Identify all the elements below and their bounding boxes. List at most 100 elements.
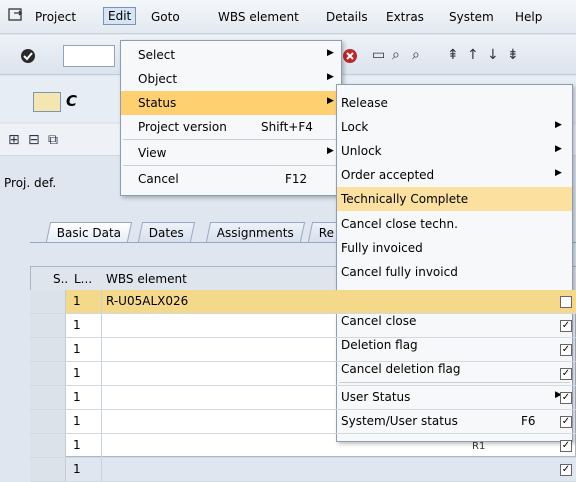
table-row[interactable]: 1 <box>30 314 576 338</box>
row-selector[interactable] <box>30 290 66 313</box>
menu-project[interactable]: Project <box>35 10 76 24</box>
status-menu-item-cancel-fully-invoicd[interactable]: Cancel fully invoicd <box>337 260 572 284</box>
hierarchy-icon[interactable]: ⊞ <box>8 132 20 148</box>
table-row[interactable]: 1 <box>30 362 576 386</box>
status-menu-item-unlock[interactable]: Unlock ▶ <box>337 139 572 163</box>
first-page-icon[interactable]: ⇞ <box>447 47 459 63</box>
row-level: 1 <box>73 366 81 380</box>
col-header-sel[interactable]: S.. <box>53 272 68 286</box>
menu-extras[interactable]: Extras <box>386 10 424 24</box>
row-wbs-element[interactable] <box>101 362 571 385</box>
menu-system[interactable]: System <box>449 10 494 24</box>
tab-dates[interactable]: Dates <box>137 222 196 242</box>
row-wbs-element[interactable] <box>101 314 571 337</box>
row-wbs-element[interactable] <box>101 434 571 457</box>
row-checkbox[interactable]: ✓ <box>560 440 572 452</box>
table-row[interactable]: 1 <box>30 386 576 410</box>
menu-item-label: Fully invoiced <box>341 241 423 255</box>
col-header-level[interactable]: L... <box>74 272 92 286</box>
edit-menu-item-select[interactable]: Select ▶ <box>121 43 341 67</box>
submenu-arrow-icon: ▶ <box>327 96 334 106</box>
status-menu-item-technically-complete[interactable]: Technically Complete <box>337 187 572 211</box>
row-wbs-element[interactable] <box>101 386 571 409</box>
edit-menu-item-project-version[interactable]: Project version Shift+F4 <box>121 115 341 139</box>
table-row[interactable]: 1 <box>30 458 576 482</box>
row-selector[interactable] <box>30 434 66 457</box>
row-checkbox[interactable] <box>560 296 572 308</box>
menu-item-label: Select <box>138 48 176 62</box>
table-row[interactable]: 1 R-U05ALX026 <box>30 290 576 314</box>
page-title: C <box>66 92 78 110</box>
previous-page-icon[interactable]: ↑ <box>467 47 479 63</box>
status-menu-item-fully-invoiced[interactable]: Fully invoiced <box>337 236 572 260</box>
row-checkbox[interactable]: ✓ <box>560 464 572 476</box>
submenu-arrow-icon: ▶ <box>555 168 562 178</box>
tab-assignments[interactable]: Assignments <box>205 222 306 242</box>
row-selector[interactable] <box>30 362 66 385</box>
col-header-wbs[interactable]: WBS element <box>106 272 187 286</box>
row-level: 1 <box>73 390 81 404</box>
enter-icon[interactable] <box>20 48 36 64</box>
menu-item-label: Cancel close techn. <box>341 217 458 231</box>
print-icon[interactable]: ▭ <box>372 47 385 63</box>
row-selector[interactable] <box>30 338 66 361</box>
menu-item-label: Order accepted <box>341 168 435 182</box>
row-level: 1 <box>73 438 81 452</box>
status-menu-item-release[interactable]: Release <box>337 91 572 115</box>
row-wbs-element[interactable] <box>101 410 571 433</box>
row-wbs-element[interactable] <box>101 338 571 361</box>
row-selector[interactable] <box>30 386 66 409</box>
structure-icon[interactable]: ⊟ <box>28 132 40 148</box>
row-checkbox[interactable]: ✓ <box>560 320 572 332</box>
menu-goto[interactable]: Goto <box>151 10 180 24</box>
tab-basic-data[interactable]: Basic Data <box>45 222 133 242</box>
next-page-icon[interactable]: ↓ <box>487 47 499 63</box>
row-checkbox[interactable]: ✓ <box>560 344 572 356</box>
menu-item-shortcut: Shift+F4 <box>261 120 313 134</box>
row-wbs-element[interactable]: R-U05ALX026 <box>101 290 571 313</box>
table-row[interactable]: 1 <box>30 410 576 434</box>
row-level: 1 <box>73 318 81 332</box>
menu-item-label: Project version <box>138 120 227 134</box>
submenu-arrow-icon: ▶ <box>327 72 334 82</box>
menu-separator <box>123 139 339 140</box>
row-checkbox[interactable]: ✓ <box>560 368 572 380</box>
menu-help[interactable]: Help <box>515 10 542 24</box>
menu-item-label: Lock <box>341 120 369 134</box>
row-level: 1 <box>73 342 81 356</box>
menu-item-label: Release <box>341 96 388 110</box>
menu-edit[interactable]: Edit <box>103 7 137 25</box>
row-selector[interactable] <box>30 410 66 433</box>
table-row[interactable]: 1 <box>30 338 576 362</box>
status-menu-item-lock[interactable]: Lock ▶ <box>337 115 572 139</box>
menu-details[interactable]: Details <box>326 10 368 24</box>
menu-item-shortcut: F12 <box>285 172 308 186</box>
menu-launch-icon[interactable] <box>7 6 25 24</box>
edit-menu-item-status[interactable]: Status ▶ <box>121 91 341 115</box>
row-checkbox[interactable]: ✓ <box>560 416 572 428</box>
menu-separator <box>123 165 339 166</box>
edit-menu-item-view[interactable]: View ▶ <box>121 141 341 165</box>
edit-menu-item-cancel[interactable]: Cancel F12 <box>121 167 341 191</box>
menu-item-label: Cancel <box>138 172 179 186</box>
table-row[interactable]: 1 <box>30 434 576 458</box>
submenu-arrow-icon: ▶ <box>555 144 562 154</box>
screen-selector-button[interactable] <box>33 92 61 112</box>
row-selector[interactable] <box>30 458 66 481</box>
edit-menu-item-object[interactable]: Object ▶ <box>121 67 341 91</box>
menu-item-label: Technically Complete <box>341 192 469 206</box>
copy-icon[interactable]: ⧉ <box>48 132 58 148</box>
command-field[interactable] <box>63 45 115 67</box>
submenu-arrow-icon: ▶ <box>327 146 334 156</box>
last-page-icon[interactable]: ⇟ <box>507 47 519 63</box>
find-next-icon[interactable]: ⌕ <box>412 47 420 63</box>
status-menu-item-cancel-close-techn[interactable]: Cancel close techn. <box>337 212 572 236</box>
status-menu-item-order-accepted[interactable]: Order accepted ▶ <box>337 163 572 187</box>
menu-bar: Project Edit Goto WBS element Details Ex… <box>0 0 576 34</box>
menu-wbs-element[interactable]: WBS element <box>218 10 299 24</box>
row-wbs-element[interactable] <box>101 458 571 481</box>
row-checkbox[interactable]: ✓ <box>560 392 572 404</box>
row-selector[interactable] <box>30 314 66 337</box>
find-icon[interactable]: ⌕ <box>392 47 400 63</box>
cancel-icon[interactable] <box>342 48 358 64</box>
